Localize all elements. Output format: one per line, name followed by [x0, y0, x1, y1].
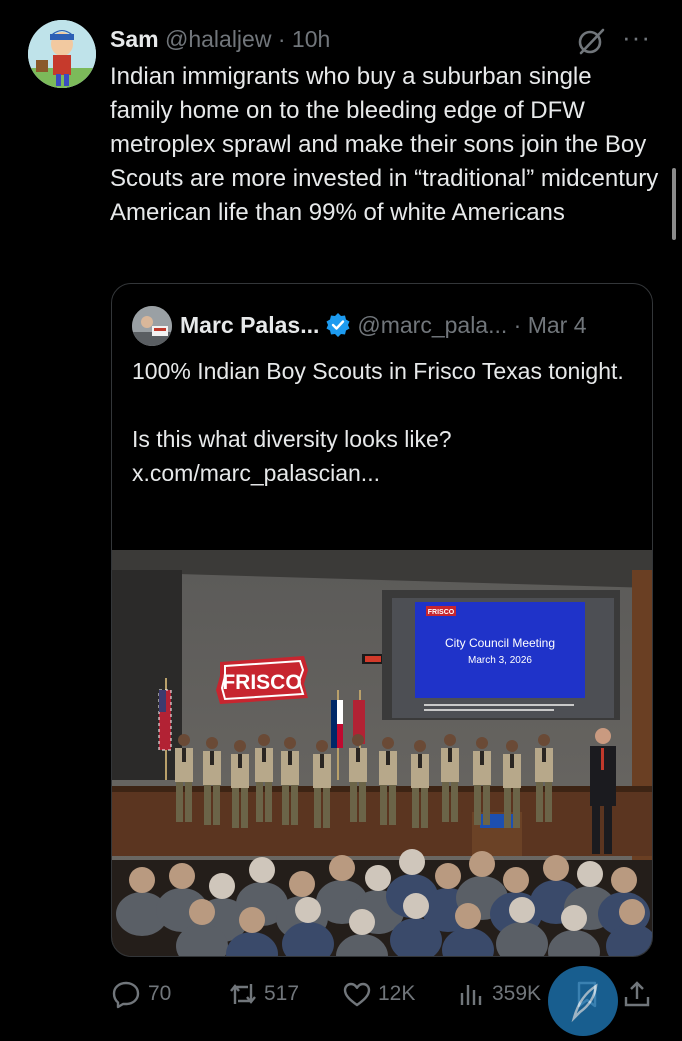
heart-icon [343, 982, 371, 1007]
tweet-text: Indian immigrants who buy a suburban sin… [110, 63, 659, 226]
council-chamber-image: FRISCO FRISCO City Council Meeting March… [112, 550, 652, 956]
quoted-tweet-photo[interactable]: FRISCO FRISCO City Council Meeting March… [112, 550, 652, 956]
tweet-header: Sam @halaljew · 10h [110, 24, 330, 54]
share-icon [624, 981, 650, 1007]
quoted-tweet-link[interactable]: x.com/marc_palascian... [132, 460, 380, 486]
repost-icon [230, 984, 256, 1004]
author-name[interactable]: Sam [110, 26, 159, 52]
screen-date-text: March 3, 2026 [468, 655, 532, 666]
grok-icon[interactable] [576, 26, 606, 56]
avatar-illustration [28, 20, 96, 88]
more-options-icon[interactable]: ··· [622, 22, 651, 52]
reply-button[interactable]: 70 [112, 972, 171, 1016]
reply-icon [112, 981, 140, 1009]
quoted-author-name[interactable]: Marc Palas... [180, 312, 319, 338]
views-count: 359K [492, 982, 542, 1005]
views-button[interactable]: 359K [456, 972, 541, 1016]
header-separator: · [277, 26, 286, 52]
views-icon [460, 985, 482, 1005]
quoted-tweet-card[interactable]: Marc Palas... @marc_pala... · Mar 4 100% … [111, 283, 653, 957]
screen-title-text: City Council Meeting [445, 636, 555, 650]
quoted-tweet-date[interactable]: Mar 4 [528, 312, 587, 338]
quoted-author-handle[interactable]: @marc_pala... [357, 312, 507, 338]
wall-sign-text: FRISCO [222, 671, 301, 694]
compose-post-button[interactable] [548, 966, 618, 1036]
quoted-header-separator: · [513, 312, 522, 338]
like-count: 12K [378, 982, 416, 1005]
author-handle[interactable]: @halaljew [165, 26, 271, 52]
reply-count: 70 [148, 982, 172, 1005]
quoted-text-line: 100% Indian Boy Scouts in Frisco Texas t… [132, 358, 624, 384]
author-avatar[interactable] [28, 20, 96, 88]
scrollbar[interactable] [672, 168, 676, 240]
quoted-avatar-illustration [132, 306, 172, 346]
compose-feather-icon [571, 983, 598, 1023]
verified-badge-icon [325, 312, 351, 338]
quoted-tweet-header: Marc Palas... @marc_pala... · Mar 4 [180, 310, 587, 340]
quoted-tweet-text: 100% Indian Boy Scouts in Frisco Texas t… [132, 354, 632, 490]
screen-logo-text: FRISCO [428, 609, 455, 616]
like-button[interactable]: 12K [342, 972, 415, 1016]
repost-count: 517 [264, 982, 300, 1005]
tweet-time[interactable]: 10h [292, 26, 330, 52]
share-button[interactable] [622, 972, 658, 1016]
repost-button[interactable]: 517 [228, 972, 299, 1016]
quoted-author-avatar[interactable] [132, 306, 172, 346]
quoted-text-question: Is this what diversity looks like? [132, 426, 452, 452]
